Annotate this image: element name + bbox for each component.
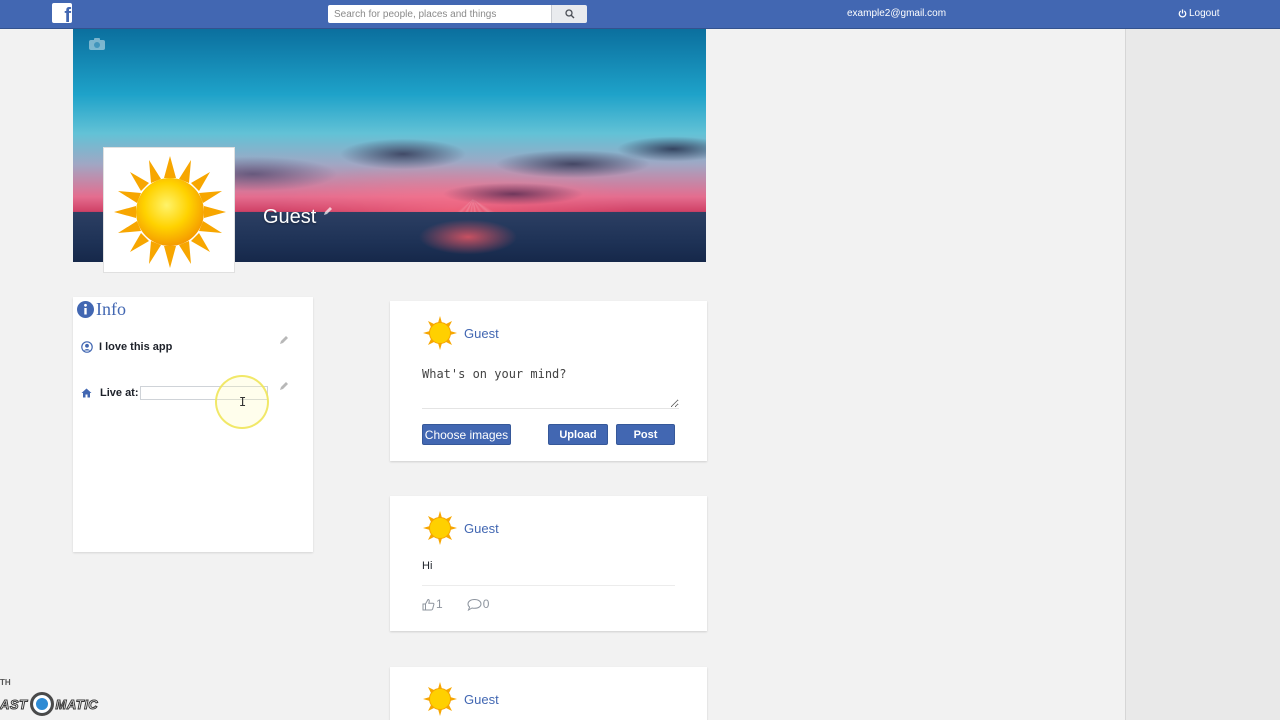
thumbs-up-icon [422, 598, 435, 610]
bio-text: I love this app [99, 341, 173, 353]
upload-button[interactable]: Upload [548, 424, 608, 445]
logout-label: Logout [1189, 8, 1220, 19]
post-composer: Guest Choose images Upload Post [390, 301, 707, 461]
post-author[interactable]: Guest [464, 521, 499, 536]
bio-edit-pencil-icon[interactable] [279, 335, 289, 345]
author-avatar-icon [423, 511, 457, 545]
profile-avatar[interactable] [103, 147, 235, 273]
watermark-small-text: TH [0, 678, 11, 687]
search-input[interactable] [328, 5, 551, 23]
bio-row: I love this app [81, 341, 172, 353]
post-header: Guest [422, 510, 499, 546]
screencast-watermark: TH AST MATIC [0, 676, 110, 720]
post-actions: 1 0 [422, 597, 489, 611]
post-button[interactable]: Post [616, 424, 675, 445]
post-divider [422, 585, 675, 586]
record-icon [29, 692, 54, 716]
sun-avatar-icon [114, 156, 226, 268]
post-text: Hi [422, 560, 433, 572]
logout-button[interactable]: Logout [1178, 8, 1220, 19]
watermark-brand-left: AST [0, 696, 28, 712]
watermark-brand: AST MATIC [0, 692, 98, 716]
right-sidebar [1125, 29, 1280, 720]
search-bar [328, 5, 587, 23]
top-navbar: f example2@gmail.com Logout [0, 0, 1280, 29]
comment-count: 0 [482, 597, 490, 611]
author-avatar-icon [423, 682, 457, 716]
status-textarea[interactable] [422, 367, 679, 409]
user-circle-icon [81, 341, 93, 353]
name-edit-pencil-icon[interactable] [323, 206, 333, 216]
feed-post: Guest Hi 1 0 [390, 496, 707, 631]
live-at-label: Live at: [100, 387, 139, 399]
power-icon [1178, 9, 1187, 18]
search-button[interactable] [551, 5, 587, 23]
choose-images-button[interactable]: Choose images [422, 424, 511, 445]
info-icon [77, 301, 94, 318]
comment-icon [467, 598, 482, 611]
composer-author[interactable]: Guest [464, 326, 499, 341]
composer-header: Guest [422, 315, 499, 351]
watermark-brand-right: MATIC [55, 696, 99, 712]
comment-button[interactable]: 0 [467, 597, 490, 611]
info-title: Info [96, 299, 126, 319]
text-cursor-icon: I [239, 395, 247, 409]
like-count: 1 [436, 597, 443, 611]
info-heading: Info [77, 299, 126, 320]
profile-name: Guest [263, 206, 317, 228]
camera-icon[interactable] [88, 37, 106, 51]
logo-letter: f [64, 5, 71, 23]
facebook-logo-icon[interactable]: f [52, 3, 72, 23]
home-icon [81, 388, 92, 398]
user-email[interactable]: example2@gmail.com [847, 8, 946, 19]
post-author[interactable]: Guest [464, 692, 499, 707]
search-icon [565, 9, 575, 19]
feed-post: Guest [390, 667, 707, 720]
post-header: Guest [422, 681, 499, 717]
author-avatar-icon [423, 316, 457, 350]
like-button[interactable]: 1 [422, 597, 443, 611]
live-at-edit-pencil-icon[interactable] [279, 381, 289, 391]
info-panel: Info I love this app Live at: [73, 297, 313, 552]
